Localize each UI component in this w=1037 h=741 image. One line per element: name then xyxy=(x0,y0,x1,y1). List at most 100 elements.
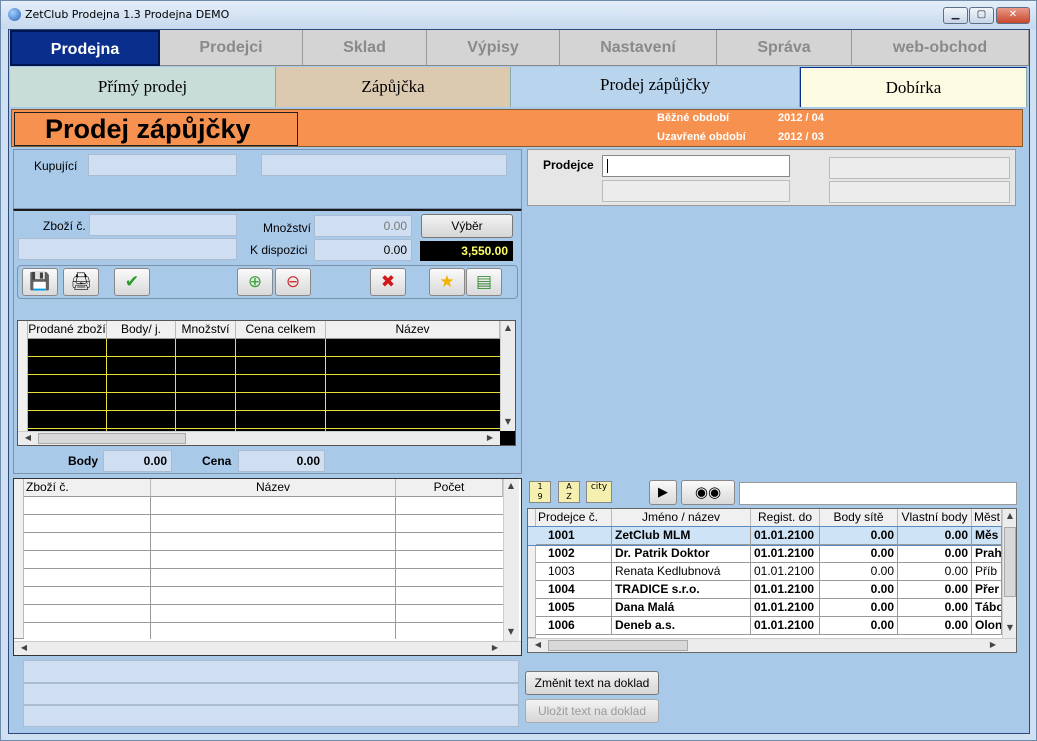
table-cell: TRADICE s.r.o. xyxy=(612,581,751,599)
sellers-grid[interactable]: Prodejce č. Jméno / název Regist. do Bod… xyxy=(527,508,1017,653)
close-button[interactable]: ✕ xyxy=(996,7,1030,24)
table-cell: 01.01.2100 xyxy=(751,527,820,545)
sold-items-grid[interactable]: Prodané zboží Body/ j. Množství Cena cel… xyxy=(17,320,516,446)
table-cell: 01.01.2100 xyxy=(751,563,820,581)
select-button[interactable]: Výběr xyxy=(421,214,513,238)
save-text-button[interactable]: Uložit text na doklad xyxy=(525,699,659,723)
table-cell: ZetClub MLM xyxy=(612,527,751,545)
table-cell: Deneb a.s. xyxy=(612,617,751,635)
quantity-label: Množství xyxy=(263,221,312,235)
table-cell: Olon xyxy=(972,617,1002,635)
save-icon[interactable]: 💾 xyxy=(22,268,58,296)
maximize-button[interactable]: ▢ xyxy=(969,7,994,24)
column-header[interactable]: Cena celkem xyxy=(236,321,326,339)
table-cell: 0.00 xyxy=(898,563,972,581)
seller-label: Prodejce xyxy=(543,158,594,172)
sold-grid-vscroll[interactable]: ▲ ▼ xyxy=(500,321,515,431)
buyer-id-field[interactable] xyxy=(88,154,237,176)
column-header[interactable]: Jméno / název xyxy=(612,509,751,527)
column-header[interactable]: Zboží č. xyxy=(24,479,151,497)
sort-by-number-icon[interactable]: 19 xyxy=(529,481,551,503)
column-header[interactable]: Vlastní body xyxy=(898,509,972,527)
subtab-zapujcka[interactable]: Zápůjčka xyxy=(276,67,511,107)
seller-field-4 xyxy=(829,181,1010,203)
column-header[interactable]: Body sítě xyxy=(820,509,898,527)
table-cell: 0.00 xyxy=(820,563,898,581)
table-cell: 0.00 xyxy=(898,545,972,563)
column-header[interactable]: Počet xyxy=(396,479,503,497)
item-number-field[interactable] xyxy=(89,214,237,236)
note-field-3[interactable] xyxy=(23,705,519,727)
table-cell: 1001 xyxy=(536,527,612,545)
subtab-primy-prodej[interactable]: Přímý prodej xyxy=(10,67,276,107)
table-cell: 1006 xyxy=(536,617,612,635)
column-header[interactable]: Název xyxy=(326,321,500,339)
stock-grid[interactable]: Zboží č. Název Počet ▲ ▼ ◀ ▶ xyxy=(13,478,522,656)
app-window: ZetClub Prodejna 1.3 Prodejna DEMO ▁ ▢ ✕… xyxy=(0,0,1037,741)
table-row[interactable]: 1006 Deneb a.s. 01.01.2100 0.00 0.00 Olon xyxy=(528,617,1002,635)
stock-grid-lines xyxy=(24,497,503,639)
table-cell: Dana Malá xyxy=(612,599,751,617)
seller-input[interactable] xyxy=(602,155,790,177)
table-row[interactable]: 1002 Dr. Patrik Doktor 01.01.2100 0.00 0.00 P… xyxy=(528,545,1002,563)
change-text-button[interactable]: Změnit text na doklad xyxy=(525,671,659,695)
current-period-label: Běžné období xyxy=(657,112,730,124)
play-icon[interactable]: ▶ xyxy=(649,480,677,505)
sold-grid-hscroll[interactable]: ◀ ▶ xyxy=(18,431,500,445)
table-row[interactable]: 1003 Renata Kedlubnová 01.01.2100 0.00 0.00 P… xyxy=(528,563,1002,581)
column-header[interactable]: Název xyxy=(151,479,396,497)
table-row[interactable]: 1001 ZetClub MLM 01.01.2100 0.00 0.00 Měs xyxy=(528,526,1003,546)
table-cell: 0.00 xyxy=(898,599,972,617)
column-header[interactable]: Regist. do xyxy=(751,509,820,527)
stock-grid-hscroll[interactable]: ◀ ▶ xyxy=(14,641,521,655)
column-header[interactable]: Prodejce č. xyxy=(536,509,612,527)
table-cell: 0.00 xyxy=(820,545,898,563)
item-number-label: Zboží č. xyxy=(43,219,86,233)
money-icon[interactable]: ▤ xyxy=(466,268,502,296)
available-label: K dispozici xyxy=(250,243,308,257)
stock-grid-vscroll[interactable]: ▲ ▼ xyxy=(503,479,519,641)
subtab-dobirka[interactable]: Dobírka xyxy=(800,67,1027,107)
minimize-button[interactable]: ▁ xyxy=(943,7,968,24)
column-header[interactable]: Prodané zboží xyxy=(28,321,107,339)
sold-grid-lines xyxy=(28,339,500,431)
tab-nastaveni[interactable]: Nastavení xyxy=(560,30,717,66)
tab-sklad[interactable]: Sklad xyxy=(303,30,427,66)
table-cell: Příb xyxy=(972,563,1002,581)
table-cell: Přer xyxy=(972,581,1002,599)
tab-prodejci[interactable]: Prodejci xyxy=(160,30,303,66)
subtab-prodej-zapujcky[interactable]: Prodej zápůjčky xyxy=(511,67,800,107)
sort-by-city-icon[interactable]: city xyxy=(586,481,612,503)
column-header[interactable]: Body/ j. xyxy=(107,321,176,339)
tab-prodejna[interactable]: Prodejna xyxy=(10,30,160,66)
remove-icon[interactable]: ⊖ xyxy=(275,268,311,296)
star-icon[interactable]: ★ xyxy=(429,268,465,296)
table-row[interactable]: 1004 TRADICE s.r.o. 01.01.2100 0.00 0.00 Přer xyxy=(528,581,1002,599)
title-bar[interactable]: ZetClub Prodejna 1.3 Prodejna DEMO ▁ ▢ ✕ xyxy=(1,1,1036,29)
text-cursor xyxy=(607,159,608,173)
price-label: Cena xyxy=(202,454,232,468)
add-icon[interactable]: ⊕ xyxy=(237,268,273,296)
note-field-1[interactable] xyxy=(23,660,519,683)
table-cell: 1003 xyxy=(536,563,612,581)
sort-by-name-icon[interactable]: AZ xyxy=(558,481,580,503)
binoculars-icon[interactable]: ◉◉ xyxy=(681,480,735,505)
column-header[interactable]: Měst xyxy=(972,509,1002,527)
buyer-name-field[interactable] xyxy=(261,154,507,176)
sellers-grid-hscroll[interactable]: ◀ ▶ xyxy=(528,638,1016,652)
note-field-2[interactable] xyxy=(23,683,519,705)
available-field: 0.00 xyxy=(314,239,412,261)
tab-sprava[interactable]: Správa xyxy=(717,30,852,66)
table-row[interactable]: 1005 Dana Malá 01.01.2100 0.00 0.00 Tábo xyxy=(528,599,1002,617)
search-input[interactable] xyxy=(739,482,1017,505)
delete-icon[interactable]: ✖ xyxy=(370,268,406,296)
table-cell: 01.01.2100 xyxy=(751,599,820,617)
quantity-field[interactable]: 0.00 xyxy=(314,215,412,237)
tab-web-obchod[interactable]: web-obchod xyxy=(852,30,1029,66)
column-header[interactable]: Množství xyxy=(176,321,236,339)
print-icon[interactable]: 🖨 xyxy=(63,268,99,296)
sellers-grid-vscroll[interactable]: ▲ ▼ xyxy=(1002,509,1016,638)
item-name-field xyxy=(18,238,237,260)
tab-vypisy[interactable]: Výpisy xyxy=(427,30,560,66)
check-icon[interactable]: ✔ xyxy=(114,268,150,296)
